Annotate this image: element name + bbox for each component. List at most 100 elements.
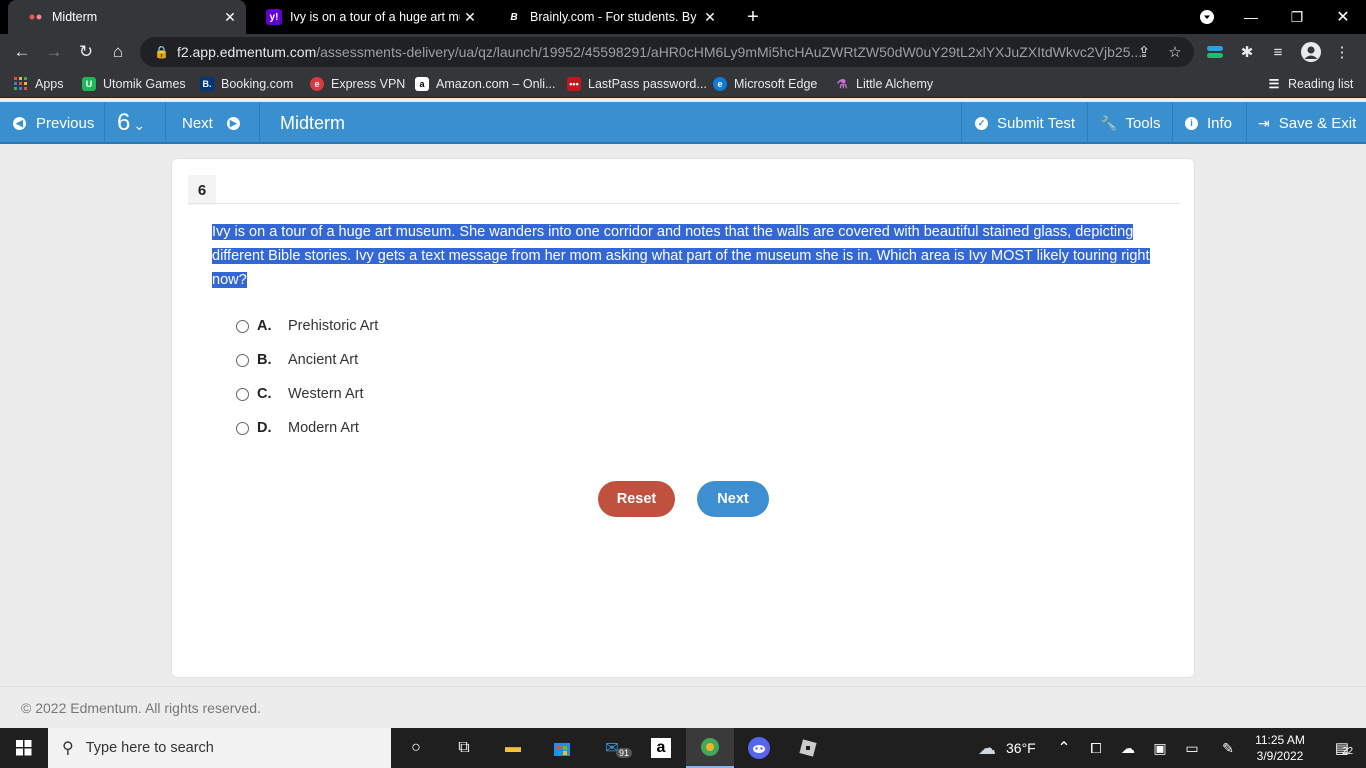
question-prompt: Ivy is on a tour of a huge art museum. S… — [212, 220, 1157, 292]
minimize-button[interactable]: — — [1228, 0, 1274, 34]
previous-button[interactable]: ◀ Previous — [13, 102, 94, 144]
choice-letter: A. — [257, 318, 272, 334]
next-header-button[interactable]: Next ▶ — [182, 102, 240, 144]
windows-start-icon[interactable] — [0, 728, 48, 768]
save-exit-label: Save & Exit — [1278, 114, 1357, 132]
arrow-left-icon: ◀ — [13, 116, 26, 130]
extension-icon[interactable] — [1203, 40, 1227, 64]
submit-label: Submit Test — [997, 114, 1076, 132]
menu-icon[interactable]: ⋮ — [1330, 40, 1354, 64]
close-icon[interactable]: ✕ — [220, 9, 240, 26]
weather-widget[interactable]: ☁ 36°F — [978, 728, 1036, 768]
amazon-icon: a — [651, 738, 671, 758]
choice-c[interactable]: C. Western Art — [236, 383, 363, 405]
reload-icon[interactable]: ↻ — [72, 38, 100, 66]
profile-avatar[interactable] — [1299, 40, 1323, 64]
display-icon[interactable]: ▣ — [1142, 728, 1178, 768]
share-icon[interactable]: ⇪ — [1132, 40, 1156, 64]
browser-toolbar: ← → ↻ ⌂ 🔒 f2.app.edmentum.com/assessment… — [0, 34, 1366, 70]
question-card: 6 Ivy is on a tour of a huge art museum.… — [171, 158, 1195, 678]
bookmark-label: Amazon.com – Onli... — [436, 77, 556, 91]
tab-ivy-search[interactable]: y! Ivy is on a tour of a huge art mus ✕ — [246, 0, 486, 34]
bookmark-label: Reading list — [1288, 77, 1354, 91]
wrench-icon: 🔧 — [1100, 114, 1118, 131]
choice-letter: D. — [257, 420, 272, 436]
close-icon[interactable]: ✕ — [700, 9, 720, 26]
restore-button[interactable]: ❐ — [1274, 0, 1320, 34]
bookmark-lastpass[interactable]: ••• LastPass password... — [567, 74, 707, 94]
radio-button[interactable] — [236, 353, 249, 367]
media-control-icon[interactable]: ≡ — [1266, 40, 1290, 64]
bookmark-little-alchemy[interactable]: ⚗ Little Alchemy — [835, 74, 934, 94]
mail-icon[interactable]: ✉ 91 — [588, 728, 636, 768]
discord-icon[interactable] — [735, 728, 783, 768]
choice-b[interactable]: B. Ancient Art — [236, 349, 358, 371]
next-button[interactable]: Next — [697, 481, 769, 517]
reset-button[interactable]: Reset — [598, 481, 675, 517]
choice-text: Prehistoric Art — [288, 318, 379, 334]
taskbar-search-input[interactable]: ⚲ Type here to search — [48, 728, 391, 768]
info-button[interactable]: i Info — [1185, 102, 1232, 144]
task-view-icon[interactable]: ⧉ — [440, 728, 488, 768]
pen-icon[interactable]: ✎ — [1210, 728, 1246, 768]
divider — [104, 102, 105, 144]
bookmark-edge[interactable]: e Microsoft Edge — [713, 74, 817, 94]
clock[interactable]: 11:25 AM 3/9/2022 — [1250, 728, 1310, 768]
divider — [1172, 102, 1173, 144]
tools-button[interactable]: 🔧 Tools — [1100, 102, 1160, 144]
reading-list[interactable]: ☰ Reading list — [1267, 74, 1354, 94]
choice-a[interactable]: A. Prehistoric Art — [236, 315, 378, 337]
question-number: 6 — [188, 175, 216, 205]
bookmark-apps[interactable]: Apps — [14, 74, 64, 94]
close-icon[interactable]: ✕ — [460, 9, 480, 26]
amazon-taskbar-icon[interactable]: a — [637, 728, 685, 768]
tab-midterm[interactable]: Midterm ✕ — [8, 0, 246, 34]
radio-button[interactable] — [236, 319, 249, 333]
meet-now-icon[interactable]: ⧠ — [1078, 728, 1114, 768]
search-icon: ⚲ — [62, 740, 74, 757]
tab-search-icon[interactable] — [1184, 0, 1230, 34]
amazon-icon: a — [415, 77, 429, 91]
bookmark-utomik[interactable]: U Utomik Games — [82, 74, 186, 94]
lock-icon: 🔒 — [154, 45, 169, 59]
bookmark-amazon[interactable]: a Amazon.com – Onli... — [415, 74, 556, 94]
roblox-icon[interactable] — [784, 728, 832, 768]
puzzle-icon[interactable]: ✱ — [1235, 40, 1259, 64]
choice-d[interactable]: D. Modern Art — [236, 417, 359, 439]
booking-icon: B. — [200, 77, 214, 91]
battery-icon[interactable]: ▭ — [1174, 728, 1210, 768]
new-tab-button[interactable]: + — [730, 0, 776, 34]
divider — [1087, 102, 1088, 144]
chrome-taskbar-icon[interactable] — [686, 728, 734, 768]
address-bar[interactable]: 🔒 f2.app.edmentum.com/assessments-delive… — [140, 37, 1194, 67]
bookmark-label: Express VPN — [331, 77, 406, 91]
radio-button[interactable] — [236, 387, 249, 401]
divider — [259, 102, 260, 144]
forward-icon[interactable]: → — [40, 38, 68, 66]
assessment-header: ◀ Previous 6 ⌄ Next ▶ Midterm ✓ Submit T… — [0, 102, 1366, 144]
question-prompt-text: Ivy is on a tour of a huge art museum. S… — [212, 224, 1150, 288]
radio-button[interactable] — [236, 421, 249, 435]
home-icon[interactable]: ⌂ — [104, 38, 132, 66]
submit-test-button[interactable]: ✓ Submit Test — [975, 102, 1075, 144]
save-exit-button[interactable]: ⇥ Save & Exit — [1258, 102, 1356, 144]
file-explorer-icon[interactable]: ▬ — [489, 728, 537, 768]
store-icon[interactable] — [538, 728, 586, 768]
divider — [165, 102, 166, 144]
cortana-icon[interactable]: ○ — [392, 728, 440, 768]
window-close-button[interactable]: ✕ — [1320, 0, 1366, 34]
apps-grid-icon — [14, 77, 28, 91]
notifications-icon[interactable]: ▤ 22 — [1318, 728, 1366, 768]
test-title: Midterm — [280, 112, 346, 133]
bookmark-booking[interactable]: B. Booking.com — [200, 74, 293, 94]
back-icon[interactable]: ← — [8, 38, 36, 66]
search-placeholder: Type here to search — [85, 740, 214, 756]
bookmark-label: Utomik Games — [103, 77, 186, 91]
tab-brainly[interactable]: B Brainly.com - For students. By stu ✕ — [486, 0, 726, 34]
bookmark-expressvpn[interactable]: e Express VPN — [310, 74, 405, 94]
chevron-down-icon: ⌄ — [133, 116, 146, 133]
bookmark-star-icon[interactable]: ☆ — [1163, 40, 1187, 64]
question-selector[interactable]: 6 ⌄ — [117, 102, 145, 144]
bookmark-label: Microsoft Edge — [734, 77, 818, 91]
network-icon[interactable]: ☁ — [1110, 728, 1146, 768]
